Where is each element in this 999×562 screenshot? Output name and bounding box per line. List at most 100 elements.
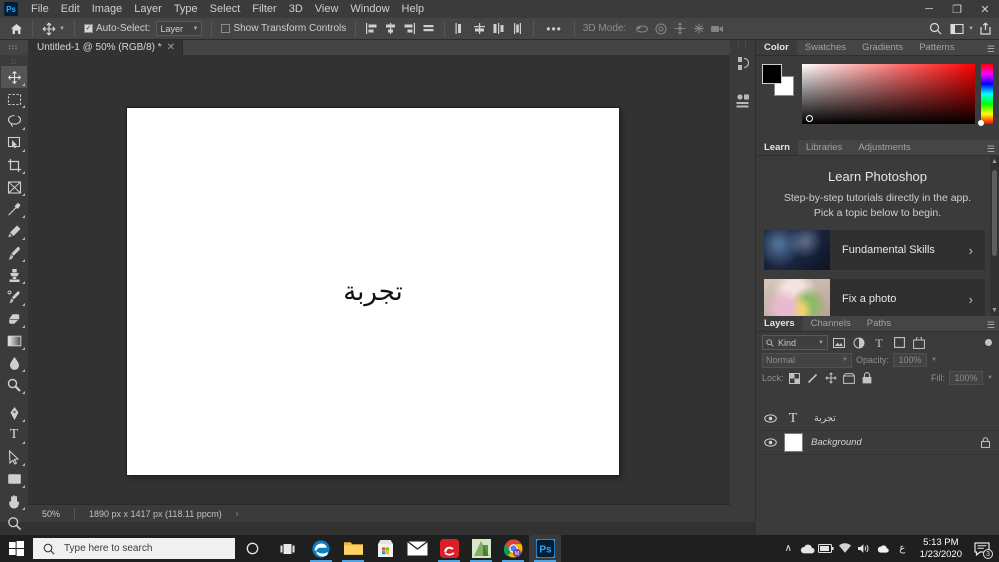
align-top-edges-icon[interactable]	[420, 20, 437, 37]
distribute-bottom-edges-icon[interactable]	[490, 20, 507, 37]
windows-start-icon[interactable]	[0, 535, 33, 562]
crop-tool[interactable]	[1, 154, 27, 176]
filter-adjustment-icon[interactable]	[850, 335, 868, 351]
hue-slider-marker[interactable]	[978, 120, 984, 126]
hand-tool[interactable]	[1, 490, 27, 512]
menu-view[interactable]: View	[309, 0, 345, 18]
type-tool[interactable]: T	[1, 424, 27, 446]
more-options-button[interactable]: •••	[540, 22, 568, 36]
canvas-artwork-text[interactable]: تجربة	[343, 277, 403, 307]
taskbar-app-adobe-creative-cloud[interactable]	[433, 535, 465, 562]
tray-expand-chevron-icon[interactable]: ∧	[779, 535, 798, 562]
menu-image[interactable]: Image	[86, 0, 129, 18]
share-icon[interactable]	[977, 20, 994, 37]
tab-channels[interactable]: Channels	[803, 316, 859, 331]
menu-window[interactable]: Window	[344, 0, 395, 18]
lock-all-icon[interactable]	[860, 371, 874, 385]
notifications-icon[interactable]: 3	[970, 535, 994, 562]
canvas-document[interactable]: تجربة	[127, 108, 619, 475]
menu-3d[interactable]: 3D	[283, 0, 309, 18]
search-input[interactable]: Type here to search	[33, 538, 235, 559]
toolbar-grip[interactable]: ∷	[0, 58, 28, 66]
blur-tool[interactable]	[1, 352, 27, 374]
rail-grip[interactable]: ⋮⋮	[730, 40, 755, 49]
learn-card-fundamental-skills[interactable]: Fundamental Skills ›	[764, 230, 985, 270]
zoom-tool[interactable]	[1, 512, 27, 534]
layer-visibility-icon[interactable]	[760, 438, 780, 447]
tab-adjustments[interactable]: Adjustments	[850, 140, 918, 155]
lock-transparent-pixels-icon[interactable]	[788, 371, 802, 385]
tab-paths[interactable]: Paths	[859, 316, 899, 331]
taskbar-app-mail[interactable]	[401, 535, 433, 562]
tab-libraries[interactable]: Libraries	[798, 140, 850, 155]
workspace-icon[interactable]	[948, 20, 965, 37]
layer-filter-kind-dropdown[interactable]: Kind ▼	[762, 335, 828, 350]
language-indicator[interactable]: ع	[893, 535, 912, 562]
distribute-vertical-centers-icon[interactable]	[471, 20, 488, 37]
camera-3d-icon[interactable]	[709, 20, 726, 37]
wifi-icon[interactable]	[836, 535, 855, 562]
clone-stamp-tool[interactable]	[1, 264, 27, 286]
tab-color[interactable]: Color	[756, 40, 797, 55]
filter-smart-object-icon[interactable]	[910, 335, 928, 351]
align-horizontal-centers-icon[interactable]	[382, 20, 399, 37]
menu-filter[interactable]: Filter	[246, 0, 282, 18]
menu-file[interactable]: File	[25, 0, 55, 18]
battery-icon[interactable]	[817, 535, 836, 562]
tab-patterns[interactable]: Patterns	[911, 40, 962, 55]
layer-visibility-icon[interactable]	[760, 414, 780, 423]
text-layer-thumbnail[interactable]: T	[780, 411, 806, 427]
chevron-down-icon[interactable]: ▼	[968, 26, 974, 32]
distribute-top-edges-icon[interactable]	[452, 20, 469, 37]
auto-select-option[interactable]: ✓ Auto-Select: Layer ▼	[81, 20, 205, 38]
lock-image-pixels-icon[interactable]	[806, 371, 820, 385]
blend-mode-dropdown[interactable]: Normal ▼	[762, 353, 852, 368]
filter-toggle-switch[interactable]	[985, 339, 992, 346]
search-icon[interactable]	[927, 20, 944, 37]
pen-tool[interactable]	[1, 402, 27, 424]
filter-pixel-icon[interactable]	[830, 335, 848, 351]
close-icon[interactable]: ✕	[167, 42, 175, 53]
layer-name[interactable]: Background	[803, 437, 981, 448]
color-picker-field[interactable]	[802, 64, 975, 124]
move-tool[interactable]	[1, 66, 27, 88]
frame-tool[interactable]	[1, 176, 27, 198]
lasso-tool[interactable]	[1, 110, 27, 132]
lock-position-icon[interactable]	[824, 371, 838, 385]
show-transform-controls-option[interactable]: ✓ Show Transform Controls	[218, 20, 349, 38]
brush-tool[interactable]	[1, 242, 27, 264]
auto-select-checkbox[interactable]: ✓	[84, 24, 93, 33]
minimize-button[interactable]: ─	[915, 0, 943, 18]
taskbar-app-microsoft-store[interactable]	[369, 535, 401, 562]
chevron-right-icon[interactable]: ›	[969, 243, 985, 258]
opacity-slider-chevron-icon[interactable]: ▼	[931, 357, 937, 363]
scroll-down-icon[interactable]: ▼	[990, 305, 999, 316]
table-row[interactable]: T تجربة	[756, 407, 999, 431]
taskbar-clock[interactable]: 5:13 PM 1/23/2020	[912, 537, 970, 561]
current-tool-move[interactable]: ▼	[39, 20, 68, 38]
filter-shape-icon[interactable]	[890, 335, 908, 351]
tab-layers[interactable]: Layers	[756, 316, 803, 331]
home-icon[interactable]	[6, 19, 26, 39]
cortana-icon[interactable]	[235, 535, 270, 562]
align-right-edges-icon[interactable]	[401, 20, 418, 37]
panel-menu-icon[interactable]: ☰	[987, 144, 995, 155]
menu-layer[interactable]: Layer	[128, 0, 168, 18]
volume-icon[interactable]	[855, 535, 874, 562]
learn-panel-scrollbar[interactable]: ▲ ▼	[990, 156, 999, 316]
eyedropper-tool[interactable]	[1, 198, 27, 220]
fill-slider-chevron-icon[interactable]: ▼	[987, 375, 993, 381]
background-layer-thumbnail[interactable]	[784, 433, 803, 452]
chevron-down-icon[interactable]: ▼	[59, 26, 65, 32]
table-row[interactable]: Background	[756, 431, 999, 455]
chevron-right-icon[interactable]: ›	[969, 292, 985, 307]
menu-edit[interactable]: Edit	[55, 0, 86, 18]
scroll-up-icon[interactable]: ▲	[990, 156, 999, 167]
tab-learn[interactable]: Learn	[756, 140, 798, 155]
status-expand-icon[interactable]: ›	[222, 509, 239, 518]
dropbox-icon[interactable]	[874, 535, 893, 562]
onedrive-cloud-icon[interactable]	[798, 535, 817, 562]
slide-3d-icon[interactable]	[690, 20, 707, 37]
color-foreground-swatch[interactable]	[762, 64, 782, 84]
scrollbar-thumb[interactable]	[992, 170, 997, 256]
